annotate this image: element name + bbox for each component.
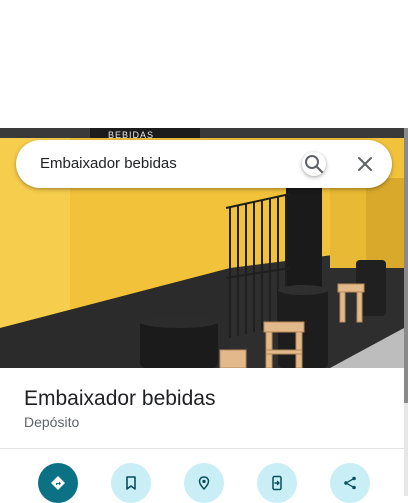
search-icon[interactable] bbox=[302, 152, 326, 176]
save-button[interactable] bbox=[111, 463, 151, 503]
search-input[interactable] bbox=[40, 140, 280, 188]
nearby-button[interactable] bbox=[184, 463, 224, 503]
place-category: Depósito bbox=[24, 414, 80, 430]
search-box bbox=[16, 140, 392, 188]
send-to-phone-button[interactable] bbox=[257, 463, 297, 503]
bookmark-icon bbox=[126, 476, 136, 490]
place-card: Embaixador bebidas Depósito bbox=[0, 368, 404, 503]
share-icon bbox=[344, 476, 356, 490]
directions-icon bbox=[51, 476, 65, 490]
nearby-icon bbox=[198, 476, 210, 491]
share-button[interactable] bbox=[330, 463, 370, 503]
scrollbar-thumb[interactable] bbox=[404, 128, 408, 403]
scrollbar[interactable] bbox=[404, 128, 408, 496]
send-to-phone-icon bbox=[272, 475, 282, 491]
close-icon[interactable] bbox=[353, 152, 377, 176]
top-blank-area bbox=[0, 0, 408, 128]
divider bbox=[0, 448, 404, 449]
place-title: Embaixador bebidas bbox=[24, 387, 216, 410]
directions-button[interactable] bbox=[38, 463, 78, 503]
